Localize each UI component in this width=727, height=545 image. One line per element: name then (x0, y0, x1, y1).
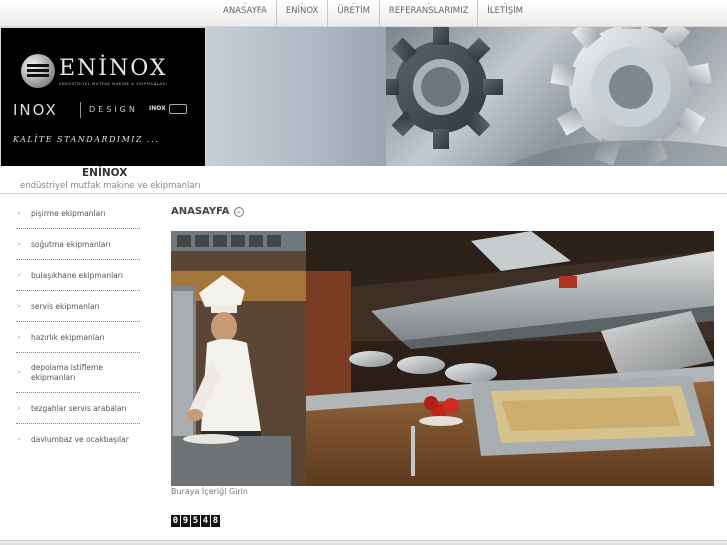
site-title: ENİNOX (82, 167, 128, 179)
content-caption: Buraya İçeriği Girin (171, 487, 248, 496)
sidebar-item-label: pişirme ekipmanları (31, 208, 106, 218)
counter-digit: 0 (171, 515, 180, 527)
logo-inox: INOX (13, 101, 58, 119)
nav-item-referanslarimiz[interactable]: ⌄ REFERANSLARIMIZ (380, 0, 479, 27)
sidebar-item-label: servis ekipmanları (31, 301, 100, 311)
logo-subtitle: ENDÜSTRİYEL MUTFAK MAKİNE & EKİPMANLARI (59, 82, 168, 86)
arrow-right-icon: › (18, 368, 21, 376)
nav-menu: ⌄ ANASAYFA ⌄ ENİNOX ⌄ ÜRETİM ⌄ REFERANSL… (214, 0, 532, 27)
nav-item-anasayfa[interactable]: ⌄ ANASAYFA (214, 0, 277, 27)
counter-digit: 9 (181, 515, 190, 527)
counter-digit: 8 (211, 515, 220, 527)
nav-item-eninox[interactable]: ⌄ ENİNOX (277, 0, 329, 27)
site-subtitle: endüstriyel mutfak makine ve ekipmanları (20, 181, 201, 191)
logo-tagline: KALİTE STANDARDIMIZ ... (13, 135, 160, 144)
sidebar-item-depolama[interactable]: › depolama istifleme ekipmanları (16, 353, 140, 393)
page-title-text: ANASAYFA (171, 206, 230, 217)
caret-icon: ⌄ (299, 0, 305, 6)
kitchen-scene-image (171, 231, 714, 486)
nav-label: ÜRETİM (337, 6, 370, 16)
arrow-right-icon: › (18, 240, 21, 248)
counter-digit: 4 (201, 515, 210, 527)
caret-icon: ⌄ (351, 0, 356, 6)
page-title: ANASAYFA ⌄ (171, 206, 244, 217)
sidebar-item-hazirlik[interactable]: › hazırlık ekipmanları (16, 322, 140, 353)
sidebar-item-label: tezgahlar servis arabaları (31, 403, 127, 413)
arrow-right-icon: › (18, 333, 21, 341)
chevron-down-icon[interactable]: ⌄ (233, 206, 244, 217)
header-divider (0, 193, 727, 194)
arrow-right-icon: › (18, 404, 21, 412)
logo-badge-icon (169, 104, 187, 114)
sidebar-item-tezgahlar[interactable]: › tezgahlar servis arabaları (16, 393, 140, 424)
arrow-right-icon: › (18, 271, 21, 279)
arrow-right-icon: › (18, 209, 21, 217)
nav-item-iletisim[interactable]: ⌄ İLETİŞİM (478, 0, 532, 27)
sidebar-item-bulasikhane[interactable]: › bulaşıkhane ekipmanları (16, 260, 140, 291)
sidebar-item-servis[interactable]: › servis ekipmanları (16, 291, 140, 322)
caret-icon: ⌄ (503, 0, 508, 6)
sidebar-menu: › pişirme ekipmanları › soğutma ekipmanl… (16, 198, 140, 455)
sidebar-item-label: davlumbaz ve ocakbaşılar (31, 435, 129, 444)
sidebar-item-pisirme[interactable]: › pişirme ekipmanları (16, 198, 140, 229)
arrow-right-icon: › (18, 302, 21, 310)
nav-label: ENİNOX (285, 6, 319, 16)
visit-counter: 0 9 5 4 8 (171, 515, 220, 527)
logo-design: DESIGN (89, 105, 138, 114)
header-banner: ENİNOX ENDÜSTRİYEL MUTFAK MAKİNE & EKİPM… (0, 27, 727, 166)
caret-icon: ⌄ (426, 0, 431, 6)
logo-mini-brand: INOX (149, 105, 166, 112)
logo-mark-icon (21, 54, 55, 88)
footer-bar (0, 540, 727, 545)
gears-illustration (386, 27, 727, 166)
logo-name: ENİNOX (59, 56, 168, 81)
sidebar-item-sogutma[interactable]: › soğutma ekipmanları (16, 229, 140, 260)
logo[interactable]: ENİNOX ENDÜSTRİYEL MUTFAK MAKİNE & EKİPM… (1, 28, 205, 166)
sidebar-item-label: depolama istifleme ekipmanları (31, 362, 103, 382)
header-gradient (206, 27, 386, 166)
logo-separator (80, 102, 81, 118)
kitchen-photo (171, 231, 714, 486)
arrow-right-icon: › (18, 436, 21, 443)
nav-label: ANASAYFA (223, 6, 267, 16)
caret-icon: ⌄ (242, 0, 248, 6)
sidebar-item-label: bulaşıkhane ekipmanları (31, 270, 123, 280)
nav-label: REFERANSLARIMIZ (388, 6, 469, 16)
sidebar-item-label: soğutma ekipmanları (31, 239, 111, 249)
sidebar-item-davlumbaz[interactable]: › davlumbaz ve ocakbaşılar (16, 424, 140, 455)
counter-digit: 5 (191, 515, 200, 527)
sidebar-item-label: hazırlık ekipmanları (31, 332, 105, 342)
top-navigation: ⌄ ANASAYFA ⌄ ENİNOX ⌄ ÜRETİM ⌄ REFERANSL… (0, 0, 727, 27)
nav-label: İLETİŞİM (487, 6, 523, 16)
nav-item-uretim[interactable]: ⌄ ÜRETİM (328, 0, 380, 27)
header-gears-image (386, 27, 727, 166)
